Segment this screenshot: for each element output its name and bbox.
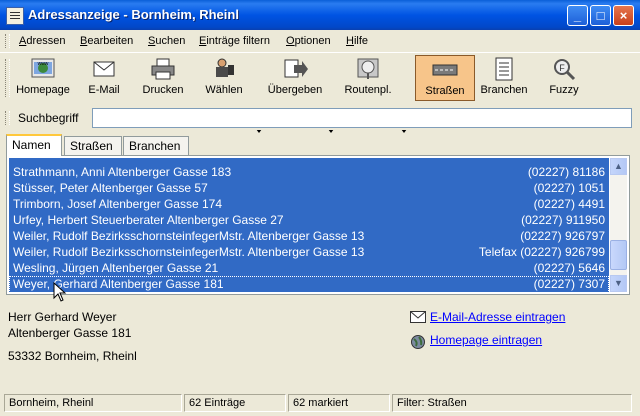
list-item[interactable]: Weiler, Rudolf BezirksschornsteinfegerMs… <box>9 244 609 261</box>
window-title: Adressanzeige - Bornheim, Rheinl <box>28 7 239 22</box>
status-entries: 62 Einträge <box>184 394 286 412</box>
fuzzy-button[interactable]: F Fuzzy <box>540 55 588 101</box>
search-input[interactable] <box>92 108 632 128</box>
email-button[interactable]: E-Mail <box>80 55 128 101</box>
scroll-up-button[interactable]: ▲ <box>610 158 627 175</box>
list-item[interactable]: Urfey, Herbert Steuerberater Altenberger… <box>9 212 609 229</box>
menu-eintraege-filtern[interactable]: Einträge filtern <box>199 35 270 47</box>
close-button[interactable]: × <box>613 5 634 26</box>
tab-strassen[interactable]: Straßen <box>64 136 122 155</box>
minimize-button[interactable]: _ <box>567 5 588 26</box>
menubar-grip[interactable] <box>5 34 10 48</box>
tab-namen[interactable]: Namen <box>6 134 62 156</box>
search-label: Suchbegriff <box>18 111 79 125</box>
dial-icon <box>211 57 237 81</box>
status-marked: 62 markiert <box>288 394 390 412</box>
dial-label: Wählen <box>205 84 243 96</box>
search-bar: Suchbegriff <box>0 106 640 130</box>
toolbar-grip[interactable] <box>5 59 10 97</box>
homepage-label: Homepage <box>16 84 70 96</box>
dial-button[interactable]: Wählen <box>198 55 250 101</box>
menu-suchen[interactable]: Suchen <box>148 35 185 47</box>
list-item[interactable]: Strathmann, Anni Altenberger Gasse 183 (0… <box>9 164 609 181</box>
export-label: Übergeben <box>267 84 323 96</box>
status-bar: Bornheim, Rheinl 62 Einträge 62 markiert… <box>0 392 640 416</box>
streets-icon <box>432 58 458 82</box>
route-label: Routenpl. <box>344 84 392 96</box>
address-list[interactable]: Strathmann, Anni Altenberger Gasse 183 (0… <box>9 158 609 292</box>
export-icon <box>282 57 308 81</box>
route-planner-button[interactable]: Routenpl. <box>340 55 396 101</box>
export-button[interactable]: Übergeben <box>264 55 326 101</box>
route-icon <box>355 57 381 81</box>
detail-name: Herr Gerhard Weyer <box>8 310 117 324</box>
menu-bearbeiten[interactable]: Bearbeiten <box>80 35 133 47</box>
maximize-button[interactable]: □ <box>590 5 611 26</box>
list-item[interactable]: Weiler, Rudolf BezirksschornsteinfegerMs… <box>9 228 609 245</box>
searchbar-grip[interactable] <box>5 111 10 125</box>
detail-city: 53332 Bornheim, Rheinl <box>8 349 137 363</box>
menu-adressen[interactable]: Adressen <box>19 35 65 47</box>
svg-text:www: www <box>38 61 49 67</box>
homepage-entry-link[interactable]: Homepage eintragen <box>430 333 542 347</box>
print-button[interactable]: Drucken <box>136 55 190 101</box>
globe-icon <box>411 335 425 349</box>
homepage-icon: www <box>30 57 56 81</box>
status-filter: Filter: Straßen <box>392 394 632 412</box>
menu-bar: Adressen Bearbeiten Suchen Einträge filt… <box>0 30 640 52</box>
detail-panel: Herr Gerhard Weyer Altenberger Gasse 181… <box>0 298 640 390</box>
fuzzy-icon: F <box>551 57 577 81</box>
status-place: Bornheim, Rheinl <box>4 394 182 412</box>
email-entry-link[interactable]: E-Mail-Adresse eintragen <box>430 310 565 324</box>
app-icon[interactable] <box>6 7 24 25</box>
address-list-panel: Strathmann, Anni Altenberger Gasse 183 (0… <box>6 155 630 295</box>
list-scrollbar[interactable]: ▲ ▼ <box>610 158 627 292</box>
tab-branchen[interactable]: Branchen <box>123 136 189 155</box>
toolbar: www Homepage E-Mail Drucken Wählen Überg… <box>0 52 640 133</box>
branches-icon <box>491 57 517 81</box>
fuzzy-label: Fuzzy <box>549 84 579 96</box>
branches-button[interactable]: Branchen <box>478 55 530 101</box>
menu-optionen[interactable]: Optionen <box>286 35 331 47</box>
streets-label: Straßen <box>425 85 465 97</box>
title-bar[interactable]: Adressanzeige - Bornheim, Rheinl _ □ × <box>0 0 640 30</box>
list-item-focused[interactable]: Weyer, Gerhard Altenberger Gasse 181 (022… <box>9 276 609 292</box>
email-label: E-Mail <box>88 84 120 96</box>
branches-label: Branchen <box>480 84 528 96</box>
list-item[interactable]: Stüsser, Peter Altenberger Gasse 57 (0222… <box>9 180 609 197</box>
envelope-icon <box>410 311 426 323</box>
list-item[interactable]: Wesling, Jürgen Altenberger Gasse 21 (022… <box>9 260 609 277</box>
email-icon <box>91 57 117 81</box>
streets-button[interactable]: Straßen <box>415 55 475 101</box>
detail-street: Altenberger Gasse 181 <box>8 326 132 340</box>
print-label: Drucken <box>142 84 184 96</box>
list-item[interactable]: Trimborn, Josef Altenberger Gasse 174 (02… <box>9 196 609 213</box>
svg-text:F: F <box>559 63 565 73</box>
scroll-down-button[interactable]: ▼ <box>610 275 627 292</box>
homepage-button[interactable]: www Homepage <box>12 55 74 101</box>
printer-icon <box>150 57 176 81</box>
scroll-thumb[interactable] <box>610 240 627 270</box>
menu-hilfe[interactable]: Hilfe <box>346 35 368 47</box>
